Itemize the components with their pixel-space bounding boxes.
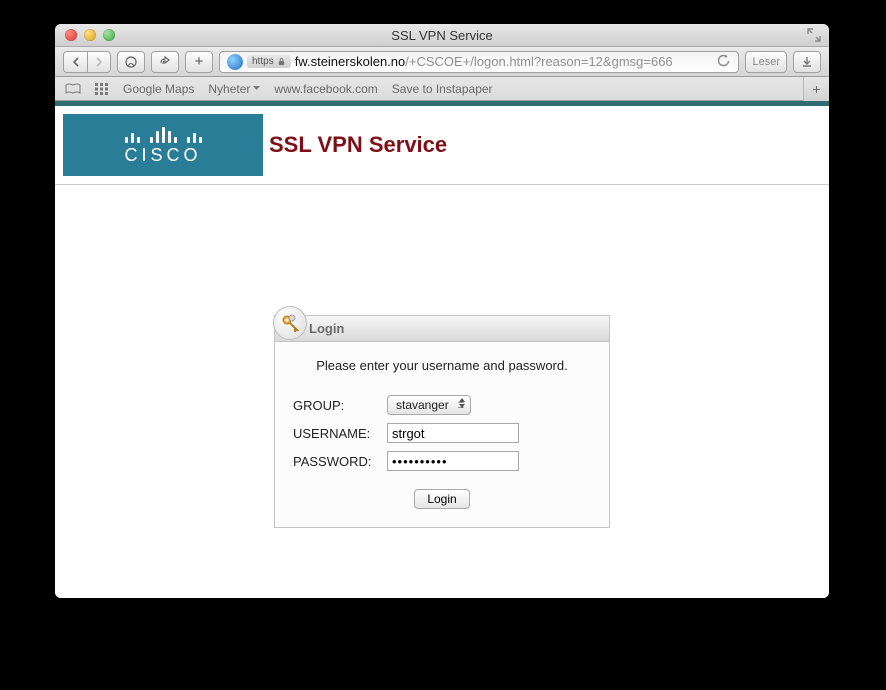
minimize-window-button[interactable] — [84, 29, 96, 41]
zoom-window-button[interactable] — [103, 29, 115, 41]
keys-icon — [273, 306, 307, 340]
bookmark-bar: Google Maps Nyheter www.facebook.com Sav… — [55, 77, 829, 101]
chevron-down-icon — [253, 86, 260, 91]
bookmark-item[interactable]: Google Maps — [123, 82, 194, 96]
cisco-wordmark: CISCO — [124, 145, 201, 166]
password-input[interactable] — [387, 451, 519, 471]
add-bookmark-button[interactable]: + — [185, 51, 213, 73]
group-select[interactable]: stavanger — [387, 395, 471, 415]
login-header-label: Login — [309, 321, 344, 336]
group-value: stavanger — [396, 398, 449, 412]
username-input[interactable] — [387, 423, 519, 443]
site-favicon-icon — [227, 54, 243, 70]
address-bar[interactable]: https fw.steinerskolen.no/+CSCOE+/logon.… — [219, 51, 739, 73]
browser-toolbar: + https fw.steinerskolen.no/+CSCOE+/logo… — [55, 47, 829, 77]
reload-button[interactable] — [713, 54, 734, 70]
book-icon[interactable] — [65, 83, 81, 95]
forward-button[interactable] — [87, 51, 111, 73]
login-button[interactable]: Login — [414, 489, 469, 509]
topsites-icon[interactable] — [95, 83, 109, 95]
username-label: USERNAME: — [293, 426, 387, 441]
browser-window: SSL VPN Service + — [55, 24, 829, 598]
password-label: PASSWORD: — [293, 454, 387, 469]
url-host: fw.steinerskolen.no — [295, 54, 406, 69]
bookmark-folder[interactable]: Nyheter — [208, 82, 260, 96]
fullscreen-icon[interactable] — [807, 28, 821, 42]
bookmark-item[interactable]: www.facebook.com — [274, 82, 377, 96]
back-button[interactable] — [63, 51, 87, 73]
login-header: Login — [275, 316, 609, 342]
downloads-button[interactable] — [793, 51, 821, 73]
cisco-logo: CISCO — [63, 114, 263, 176]
login-prompt: Please enter your username and password. — [293, 358, 591, 373]
page-content: CISCO SSL VPN Service — [55, 106, 829, 598]
share-button[interactable] — [151, 51, 179, 73]
titlebar: SSL VPN Service — [55, 24, 829, 47]
login-panel: Login Please enter your username and pas… — [274, 315, 610, 528]
isites-button[interactable] — [117, 51, 145, 73]
select-stepper-icon — [459, 398, 465, 408]
https-badge: https — [247, 55, 291, 68]
page-title: SSL VPN Service — [269, 132, 447, 158]
reader-button[interactable]: Leser — [745, 51, 787, 73]
new-tab-button[interactable]: + — [803, 77, 829, 101]
cisco-bridge-icon — [125, 125, 202, 143]
url-text: fw.steinerskolen.no/+CSCOE+/logon.html?r… — [295, 54, 673, 69]
url-path: /+CSCOE+/logon.html?reason=12&gmsg=666 — [405, 54, 672, 69]
lock-icon — [277, 57, 286, 66]
https-label: https — [252, 56, 274, 67]
group-label: GROUP: — [293, 398, 387, 413]
window-title: SSL VPN Service — [55, 28, 829, 43]
bookmark-item[interactable]: Save to Instapaper — [392, 82, 493, 96]
page-header: CISCO SSL VPN Service — [55, 106, 829, 185]
close-window-button[interactable] — [65, 29, 77, 41]
